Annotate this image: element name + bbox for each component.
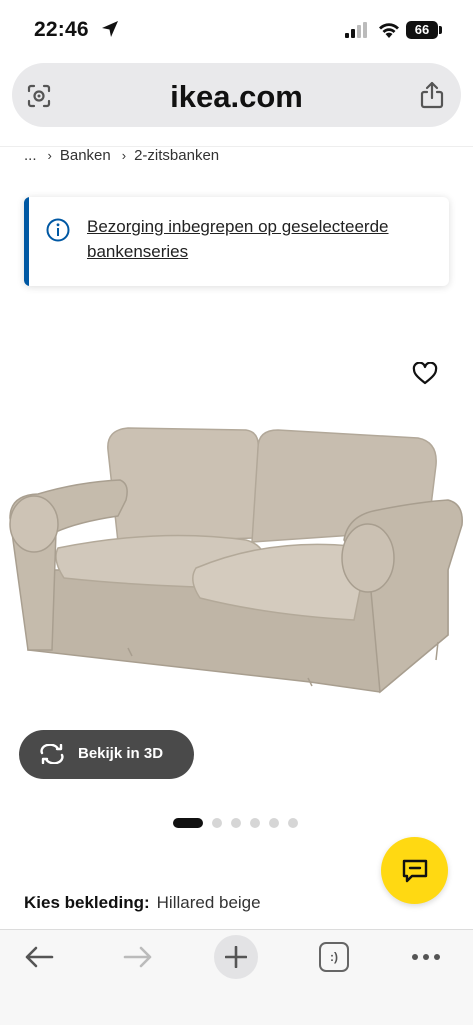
share-icon[interactable] [419, 81, 445, 109]
chevron-right-icon: › [121, 148, 127, 163]
info-icon [46, 218, 70, 242]
fabric-value[interactable]: Hillared beige [157, 893, 261, 912]
url-text[interactable]: ikea.com [12, 79, 461, 115]
tabs-button[interactable]: :) [319, 942, 349, 972]
battery-indicator: 66 [406, 21, 438, 39]
fabric-selector[interactable]: Kies bekleding: Hillared beige [24, 893, 261, 913]
carousel-dot[interactable] [212, 818, 222, 828]
banner-accent-bar [24, 197, 29, 286]
banner-link-text[interactable]: Bezorging inbegrepen op geselecteerde ba… [87, 214, 432, 264]
chat-bubble-icon [402, 859, 428, 883]
more-options-icon[interactable] [411, 953, 441, 961]
image-carousel-indicator[interactable] [173, 818, 307, 828]
fabric-label: Kies bekleding: [24, 893, 150, 912]
breadcrumb-banken[interactable]: Banken [60, 147, 111, 164]
heart-icon[interactable] [412, 362, 438, 386]
forward-arrow-icon[interactable] [123, 945, 153, 969]
carousel-dot-active[interactable] [173, 818, 203, 828]
back-arrow-icon[interactable] [24, 945, 54, 969]
chat-button[interactable] [381, 837, 448, 904]
breadcrumb-ellipsis[interactable]: ... [24, 147, 37, 164]
browser-toolbar: :) [0, 929, 473, 1025]
rotate-3d-icon [40, 744, 64, 764]
chevron-right-icon: › [47, 148, 52, 163]
wifi-icon [379, 23, 399, 38]
cellular-signal-icon [345, 22, 367, 38]
location-arrow-icon [102, 21, 118, 37]
view-in-3d-label: Bekijk in 3D [78, 745, 164, 762]
address-bar[interactable]: ikea.com [12, 63, 461, 127]
breadcrumb-2-zitsbanken[interactable]: 2-zitsbanken [134, 147, 219, 164]
product-image-sofa[interactable] [8, 420, 466, 710]
carousel-dot[interactable] [231, 818, 241, 828]
clock: 22:46 [34, 18, 89, 41]
plus-icon [225, 946, 247, 968]
breadcrumb: ... › Banken › 2-zitsbanken [24, 147, 219, 164]
battery-tip [439, 26, 442, 34]
carousel-dot[interactable] [250, 818, 260, 828]
carousel-dot[interactable] [288, 818, 298, 828]
new-tab-button[interactable] [214, 935, 258, 979]
status-bar: 22:46 66 [0, 0, 473, 60]
carousel-dot[interactable] [269, 818, 279, 828]
delivery-info-banner[interactable]: Bezorging inbegrepen op geselecteerde ba… [24, 197, 449, 286]
view-in-3d-button[interactable]: Bekijk in 3D [19, 730, 194, 779]
